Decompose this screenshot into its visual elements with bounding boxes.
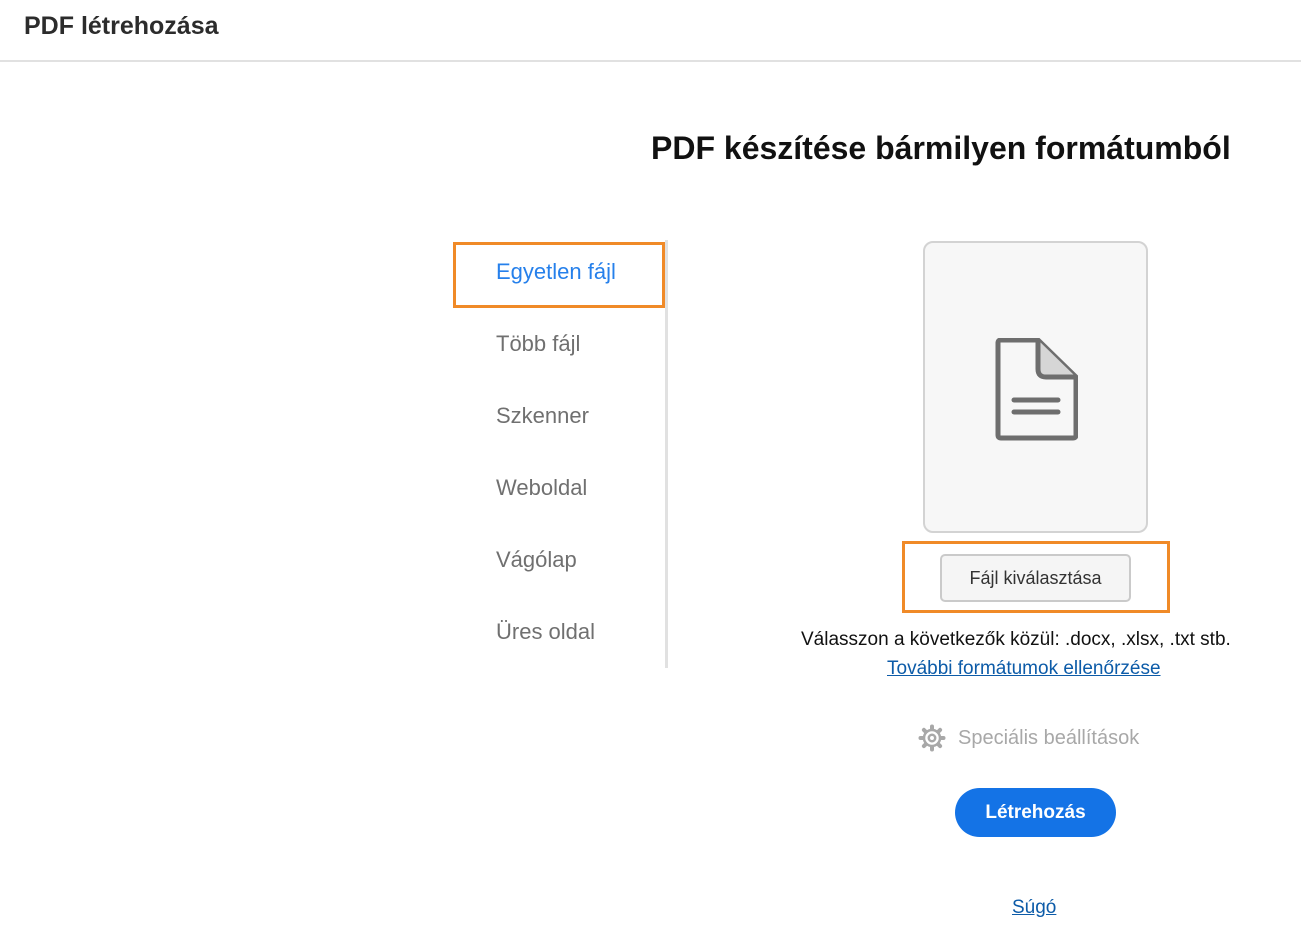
document-icon	[995, 338, 1078, 441]
nav-item-blank-page[interactable]: Üres oldal	[496, 619, 595, 645]
app-title: PDF létrehozása	[24, 12, 219, 40]
page-heading: PDF készítése bármilyen formátumból	[651, 130, 1231, 166]
help-link[interactable]: Súgó	[1012, 897, 1056, 919]
nav-item-clipboard[interactable]: Vágólap	[496, 547, 577, 573]
create-button[interactable]: Létrehozás	[955, 788, 1116, 837]
supported-formats-hint: Válasszon a következők közül: .docx, .xl…	[801, 629, 1231, 650]
gear-icon	[918, 724, 946, 752]
choose-file-button[interactable]: Fájl kiválasztása	[940, 554, 1131, 602]
more-formats-link[interactable]: További formátumok ellenőrzése	[887, 658, 1161, 680]
create-type-nav: Egyetlen fájl Több fájl Szkenner Webolda…	[453, 240, 668, 668]
nav-item-multiple-files[interactable]: Több fájl	[496, 331, 580, 357]
nav-item-scanner[interactable]: Szkenner	[496, 403, 589, 429]
advanced-settings[interactable]: Speciális beállítások	[918, 724, 1139, 752]
nav-item-single-file[interactable]: Egyetlen fájl	[496, 259, 616, 285]
nav-item-webpage[interactable]: Weboldal	[496, 475, 587, 501]
file-dropzone[interactable]	[923, 241, 1148, 533]
advanced-settings-label: Speciális beállítások	[958, 726, 1140, 749]
top-bar: PDF létrehozása	[0, 0, 1301, 62]
